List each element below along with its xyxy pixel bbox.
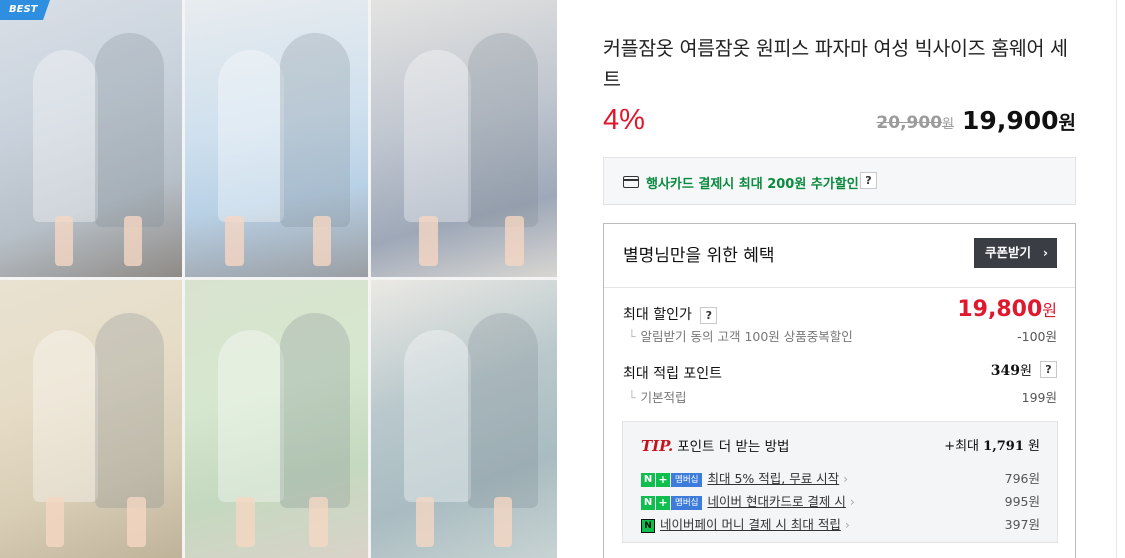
naver-n-icon: N (641, 472, 655, 487)
max-discount-value: 19,800 (957, 297, 1043, 322)
chevron-right-icon: › (843, 471, 849, 486)
leg-shape (123, 216, 142, 266)
coupon-download-button[interactable]: 쿠폰받기 › (974, 238, 1057, 268)
sale-price: 19,900원 (962, 106, 1076, 135)
leg-shape (236, 496, 255, 547)
points-label: 최대 적립 포인트 (623, 366, 723, 382)
figure-silhouette (467, 313, 539, 508)
page-border (1116, 0, 1117, 558)
tip-max-points: +최대 1,791 원 (944, 435, 1040, 454)
leg-shape (415, 496, 435, 547)
tip-item-naverpay-money[interactable]: N 네이버페이 머니 결제 시 최대 적립 › (641, 514, 850, 533)
coupon-button-label: 쿠폰받기 (985, 245, 1032, 260)
figure-silhouette (32, 49, 99, 222)
figure-silhouette (404, 330, 472, 503)
tip-item-text: 네이버 현대카드로 결제 시 (707, 494, 846, 509)
tip-max-unit: 원 (1028, 439, 1040, 454)
figure-silhouette (217, 330, 284, 503)
tip-item-text: 네이버페이 머니 결제 시 최대 적립 (660, 517, 841, 532)
figure-silhouette (94, 313, 164, 508)
max-discount-unit: 원 (1042, 301, 1057, 320)
product-photo-6[interactable] (371, 280, 557, 558)
naverpay-icon: N (641, 518, 655, 533)
plus-icon: + (656, 495, 670, 510)
product-photo-5[interactable] (185, 280, 368, 558)
tip-item-text: 최대 5% 적립, 무료 시작 (707, 471, 840, 486)
leg-shape (313, 216, 332, 266)
leg-shape (225, 216, 244, 266)
naver-n-icon: N (641, 495, 655, 510)
original-price: 20,900원 (876, 113, 954, 133)
tip-item-membership[interactable]: N + 멤버십 최대 5% 적립, 무료 시작 › (641, 468, 849, 487)
points-sub: └ 기본적립 (628, 387, 687, 406)
leg-shape (54, 216, 73, 266)
chevron-right-icon: › (849, 494, 855, 509)
figure-silhouette (32, 330, 99, 503)
discount-rate: 4% (603, 104, 645, 136)
product-photo-4[interactable] (0, 280, 182, 558)
chevron-right-icon: › (1042, 245, 1048, 260)
tip-box: TIP. 포인트 더 받는 방법 +최대 1,791 원 N + 멤버십 최대 5% 적… (622, 421, 1058, 543)
points-value: 349 (990, 363, 1021, 379)
figure-silhouette (404, 49, 472, 222)
tip-max-prefix: +최대 (944, 439, 980, 454)
membership-badge: 멤버십 (671, 495, 703, 510)
leg-shape (504, 216, 524, 266)
chevron-right-icon: › (844, 517, 850, 532)
sub-arrow-icon: └ (628, 390, 636, 405)
leg-shape (419, 216, 438, 266)
product-photo-2[interactable] (185, 0, 368, 277)
figure-silhouette (467, 33, 539, 228)
max-discount-label: 최대 할인가 (623, 307, 692, 323)
tip-item-value: 995원 (1004, 494, 1040, 509)
max-discount-sub-value: -100원 (1017, 329, 1057, 344)
tip-item-value: 397원 (1004, 517, 1040, 532)
figure-silhouette (94, 33, 164, 228)
best-badge: BEST (0, 0, 50, 20)
tip-item-hyundai-card[interactable]: N + 멤버십 네이버 현대카드로 결제 시 › (641, 491, 855, 510)
points-amount: 349원 (991, 360, 1032, 379)
product-title: 커플잠옷 여름잠옷 원피스 파자마 여성 빅사이즈 홈웨어 세트 (603, 37, 1068, 91)
points-sub-text: 기본적립 (640, 390, 687, 405)
max-discount-sub: └ 알림받기 동의 고객 100원 상품중복할인 (628, 326, 853, 345)
benefit-heading: 별명님만을 위한 혜택 (623, 246, 775, 266)
leg-shape (309, 496, 328, 547)
sub-arrow-icon: └ (628, 329, 636, 344)
leg-shape (127, 496, 146, 547)
sale-price-value: 19,900 (962, 106, 1059, 135)
max-discount-sub-text: 알림받기 동의 고객 100원 상품중복할인 (640, 329, 853, 344)
max-discount-help-button[interactable]: ? (700, 306, 718, 324)
leg-shape (493, 496, 513, 547)
figure-silhouette (280, 33, 350, 228)
member-benefit-box: 별명님만을 위한 혜택 쿠폰받기 › 최대 할인가 ? 19,800원 └ 알림받기… (603, 223, 1076, 558)
original-price-unit: 원 (942, 117, 954, 132)
points-help-button[interactable]: ? (1040, 361, 1057, 378)
tip-max-value: 1,791 (983, 439, 1024, 454)
tip-title: TIP. 포인트 더 받는 방법 (641, 435, 789, 455)
points-unit: 원 (1020, 364, 1032, 379)
leg-shape (45, 496, 64, 547)
figure-silhouette (280, 313, 350, 508)
card-promo-text: 행사카드 결제시 최대 200원 추가할인 (646, 177, 859, 192)
tip-title-text: 포인트 더 받는 방법 (677, 439, 790, 455)
product-image-gallery: BEST (0, 0, 557, 558)
card-promo-box: 행사카드 결제시 최대 200원 추가할인 ? (603, 157, 1076, 205)
card-promo-help-button[interactable]: ? (860, 172, 877, 189)
membership-badge: 멤버십 (671, 472, 703, 487)
tip-word: TIP. (641, 437, 674, 455)
original-price-value: 20,900 (876, 113, 943, 133)
max-discount-row: 최대 할인가 ? (623, 304, 718, 324)
divider (604, 287, 1075, 288)
figure-silhouette (217, 49, 284, 222)
product-photo-1[interactable] (0, 0, 182, 277)
credit-card-icon (623, 176, 639, 188)
sale-price-unit: 원 (1058, 112, 1076, 134)
plus-icon: + (656, 472, 670, 487)
max-discount-price: 19,800원 (957, 297, 1057, 322)
product-photo-3[interactable] (371, 0, 557, 277)
tip-item-value: 796원 (1004, 471, 1040, 486)
points-sub-value: 199원 (1021, 390, 1057, 405)
